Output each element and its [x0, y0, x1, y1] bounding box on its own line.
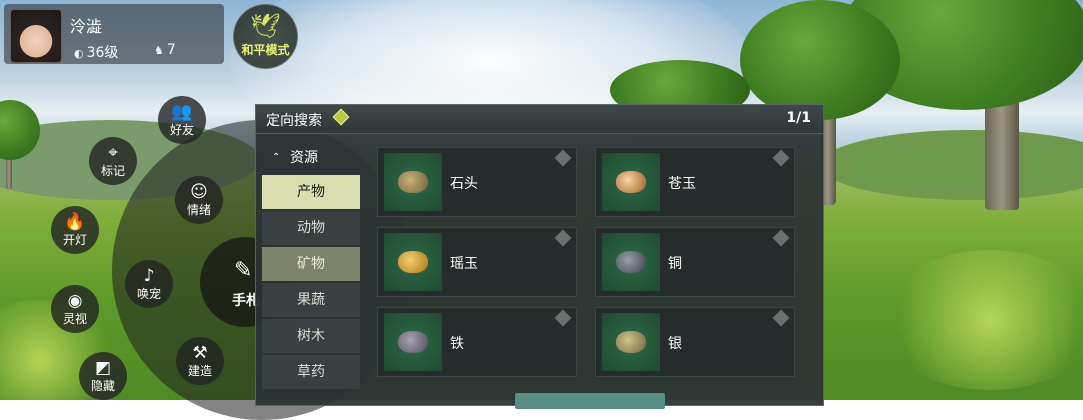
category-item-fruits[interactable]: 果蔬	[262, 283, 360, 317]
peace-mode-button[interactable]: 🕊 和平模式	[233, 4, 298, 69]
tree-canopy	[740, 0, 900, 120]
friends-label: 好友	[169, 123, 194, 137]
category-item-trees[interactable]: 树木	[262, 319, 360, 353]
emotion-button[interactable]: ☺ 情绪	[175, 176, 223, 224]
build-button[interactable]: ⚒ 建造	[176, 337, 224, 385]
torch-icon: 🔥	[64, 212, 86, 232]
call-pet-label: 唤宠	[136, 287, 161, 301]
page-indicator: 1/1	[786, 110, 811, 126]
panel-title: 定向搜索	[266, 113, 322, 129]
jade-icon	[602, 153, 660, 211]
resource-item-stone[interactable]: 石头	[377, 147, 577, 217]
pin-diamond-icon[interactable]	[772, 149, 790, 167]
pin-diamond-icon[interactable]	[554, 149, 572, 167]
friends-button[interactable]: 👥 好友	[158, 96, 206, 144]
resource-item-iron[interactable]: 铁	[377, 307, 577, 377]
player-level: ◐ 36级	[74, 42, 118, 62]
silver-ore-icon	[602, 313, 660, 371]
category-list: ⌃ 资源 产物 动物 矿物 果蔬 树木 草药	[262, 141, 360, 391]
player-card[interactable]: 泠澁 ◐ 36级 ♞ 7	[4, 4, 224, 64]
resource-label: 铜	[668, 256, 682, 272]
stone-icon	[384, 153, 442, 211]
camera-icon: ◉	[67, 291, 83, 311]
pin-diamond-icon[interactable]	[554, 309, 572, 327]
resource-label: 铁	[450, 336, 464, 352]
companion-count: ♞ 7	[154, 42, 176, 58]
spirit-vision-label: 灵视	[62, 312, 87, 326]
resource-label: 瑶玉	[450, 256, 478, 272]
confirm-search-button[interactable]	[515, 393, 665, 409]
build-label: 建造	[187, 364, 212, 378]
pin-diamond-icon[interactable]	[772, 309, 790, 327]
resource-item-gold-jade[interactable]: 瑶玉	[377, 227, 577, 297]
companion-count-value: 7	[166, 42, 176, 58]
resource-label: 银	[668, 336, 682, 352]
peace-mode-label: 和平模式	[241, 43, 290, 57]
pin-diamond-icon[interactable]	[772, 229, 790, 247]
gold-jade-icon	[384, 233, 442, 291]
pin-diamond-icon[interactable]	[554, 229, 572, 247]
panel-header: 定向搜索 1/1	[256, 105, 823, 134]
marker-label: 标记	[100, 164, 125, 178]
grass-highlight	[880, 250, 1083, 390]
avatar[interactable]	[10, 9, 62, 63]
player-level-value: 36级	[86, 45, 119, 61]
whistle-icon: ♪	[143, 266, 155, 286]
torch-button[interactable]: 🔥 开灯	[51, 206, 99, 254]
category-item-animals[interactable]: 动物	[262, 211, 360, 245]
map-pin-icon: ⌖	[108, 143, 118, 163]
torch-label: 开灯	[62, 233, 87, 247]
resource-item-copper[interactable]: 铜	[595, 227, 795, 297]
feather-icon: ✎	[234, 258, 253, 283]
distant-hill	[820, 130, 1083, 200]
spirit-vision-button[interactable]: ◉ 灵视	[51, 285, 99, 333]
resource-item-jade[interactable]: 苍玉	[595, 147, 795, 217]
friends-icon: 👥	[171, 102, 193, 122]
resource-label: 苍玉	[668, 176, 696, 192]
category-header-label: 资源	[290, 150, 318, 166]
hide-icon: ◩	[94, 358, 112, 378]
hammer-icon: ⚒	[192, 343, 208, 363]
companion-icon: ♞	[154, 44, 164, 57]
info-diamond-icon[interactable]	[332, 108, 350, 126]
category-item-herbs[interactable]: 草药	[262, 355, 360, 389]
chevron-up-icon: ⌃	[272, 152, 281, 163]
hide-ui-button[interactable]: ◩ 隐藏	[79, 352, 127, 400]
category-header[interactable]: ⌃ 资源	[262, 141, 360, 175]
copper-ore-icon	[602, 233, 660, 291]
marker-button[interactable]: ⌖ 标记	[89, 137, 137, 185]
iron-ore-icon	[384, 313, 442, 371]
player-name: 泠澁	[70, 17, 103, 36]
call-pet-button[interactable]: ♪ 唤宠	[125, 260, 173, 308]
resource-label: 石头	[450, 176, 478, 192]
level-icon: ◐	[74, 47, 84, 60]
hide-ui-label: 隐藏	[90, 379, 115, 393]
category-item-products[interactable]: 产物	[262, 175, 360, 209]
category-item-minerals[interactable]: 矿物	[262, 247, 360, 281]
dove-icon: 🕊	[250, 12, 281, 40]
mask-icon: ☺	[190, 182, 208, 202]
resource-item-silver[interactable]: 银	[595, 307, 795, 377]
directed-search-panel: 定向搜索 1/1 ⌃ 资源 产物 动物 矿物 果蔬 树木 草药 石头 苍玉 瑶玉	[255, 104, 824, 409]
emotion-label: 情绪	[186, 203, 211, 217]
